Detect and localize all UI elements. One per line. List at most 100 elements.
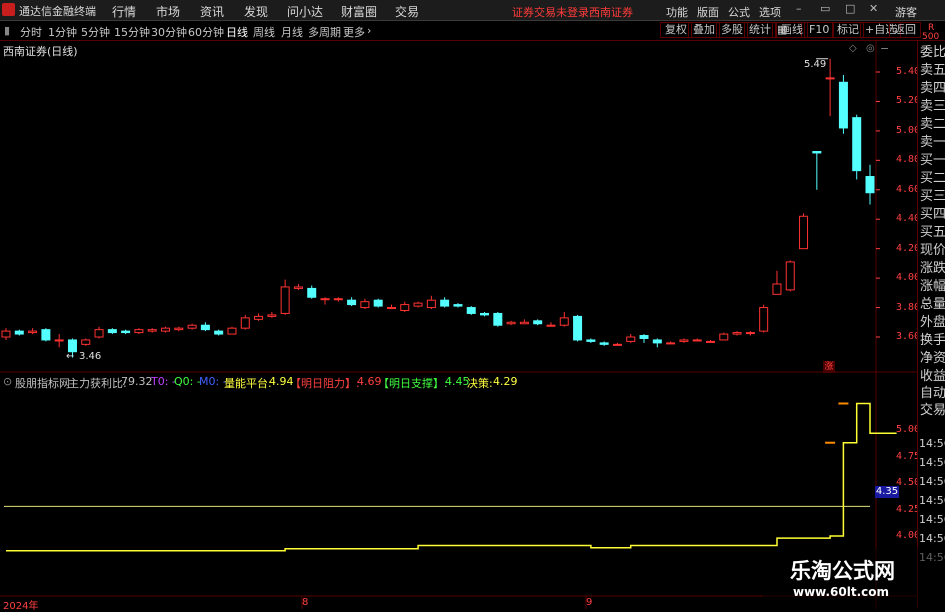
support-label: 【明日支撑】: bbox=[378, 377, 448, 390]
menu-hangqing[interactable]: 行情 bbox=[112, 3, 136, 20]
candle-body bbox=[161, 327, 171, 332]
indicator-collapse-icon[interactable]: ⊙ bbox=[3, 375, 12, 388]
candle-body bbox=[373, 299, 383, 307]
quote-field-label: 委比 bbox=[920, 45, 945, 60]
app-logo-icon bbox=[2, 3, 15, 16]
quote-field-label: 换手 bbox=[920, 333, 945, 348]
quote-field-label: 总量 bbox=[920, 297, 945, 312]
menu-gongshi[interactable]: 公式 bbox=[728, 4, 750, 20]
candle-body bbox=[559, 317, 569, 326]
restore-icon[interactable]: ▭ bbox=[820, 2, 830, 15]
candle-body bbox=[134, 329, 144, 334]
candle-body bbox=[799, 215, 809, 250]
toolbar-toggle-icon[interactable]: ▮ bbox=[4, 24, 10, 37]
stock-chart[interactable] bbox=[0, 41, 917, 609]
period-more[interactable]: 更多 bbox=[343, 24, 365, 40]
tool-fanhui[interactable]: 返回 bbox=[889, 22, 921, 38]
tick-time: 14:56 bbox=[919, 475, 945, 488]
menu-faxian[interactable]: 发现 bbox=[244, 3, 268, 20]
candle-body bbox=[240, 317, 250, 329]
menu-jiaoyi[interactable]: 交易 bbox=[395, 3, 419, 20]
candle-body bbox=[280, 286, 290, 314]
candle-body bbox=[307, 287, 317, 298]
candle-body bbox=[705, 340, 715, 343]
menu-zixun[interactable]: 资讯 bbox=[200, 3, 224, 20]
indicator-line bbox=[6, 402, 897, 552]
profit-ratio-label: 主力获利比: bbox=[68, 377, 127, 390]
candle-body bbox=[293, 286, 303, 289]
menu-shichang[interactable]: 市场 bbox=[156, 3, 180, 20]
candle-body bbox=[493, 312, 503, 326]
period-60min[interactable]: 60分钟 bbox=[188, 24, 224, 40]
decision-label: 决策: bbox=[467, 377, 493, 390]
candle-body bbox=[573, 315, 583, 341]
chevron-right-icon[interactable]: › bbox=[367, 24, 371, 37]
watermark-url: www.60lt.com bbox=[793, 585, 890, 599]
candle-body bbox=[360, 301, 370, 309]
close-icon[interactable]: ✕ bbox=[869, 2, 878, 15]
quote-field-label: 卖五 bbox=[920, 63, 945, 78]
minimize-icon[interactable]: – bbox=[796, 2, 802, 15]
menu-gongneng[interactable]: 功能 bbox=[666, 4, 688, 20]
login-status-link[interactable]: 证券交易未登录 bbox=[512, 4, 589, 20]
period-15min[interactable]: 15分钟 bbox=[114, 24, 150, 40]
candle-body bbox=[732, 332, 742, 335]
candle-body bbox=[692, 339, 702, 342]
menu-xuanxiang[interactable]: 选项 bbox=[759, 4, 781, 20]
quote-field-label: 买五 bbox=[920, 225, 945, 240]
period-multi[interactable]: 多周期 bbox=[308, 24, 341, 40]
maximize-icon[interactable]: □ bbox=[845, 2, 855, 15]
indicator-name: 股朋指标网 bbox=[15, 377, 70, 390]
candle-body bbox=[147, 329, 157, 332]
quote-field-label: 卖一 bbox=[920, 135, 945, 150]
low-price-arrow: ← bbox=[66, 351, 75, 362]
candle-body bbox=[187, 324, 197, 329]
quote-field-label: 现价 bbox=[920, 243, 945, 258]
period-weekly[interactable]: 周线 bbox=[253, 24, 275, 40]
candle-body bbox=[466, 307, 476, 314]
period-30min[interactable]: 30分钟 bbox=[151, 24, 187, 40]
candle-body bbox=[426, 299, 436, 309]
quote-field-label: 涨幅 bbox=[920, 279, 945, 294]
period-daily[interactable]: 日线 bbox=[226, 24, 248, 40]
time-axis-sep: 9 bbox=[586, 597, 593, 608]
candle-body bbox=[506, 321, 516, 325]
candle-body bbox=[652, 339, 662, 344]
quote-field-label: 买四 bbox=[920, 207, 945, 222]
period-fenshi[interactable]: 分时 bbox=[20, 24, 42, 40]
period-monthly[interactable]: 月线 bbox=[281, 24, 303, 40]
time-axis-year: 2024年 bbox=[3, 601, 39, 612]
support-value: 4.45 bbox=[445, 375, 470, 388]
menu-banmian[interactable]: 版面 bbox=[697, 4, 719, 20]
m0-value: M0: - bbox=[199, 375, 227, 388]
guest-label[interactable]: 游客 bbox=[895, 4, 917, 20]
tool-f10[interactable]: F10 bbox=[804, 22, 835, 38]
candle-body bbox=[546, 324, 556, 327]
candle-body bbox=[440, 299, 450, 307]
candle-body bbox=[320, 298, 330, 301]
quote-field-label: 涨跌 bbox=[920, 261, 945, 276]
candle-body bbox=[333, 298, 343, 301]
menu-wenxiaoda[interactable]: 问小达 bbox=[287, 3, 323, 20]
decision-value: 4.29 bbox=[493, 375, 518, 388]
candle-body bbox=[533, 320, 543, 325]
panel-trade-label[interactable]: 交易 bbox=[920, 403, 945, 418]
tick-time: 14:56 bbox=[919, 532, 945, 545]
candle-body bbox=[745, 332, 755, 335]
indicator-current-value: 4.35 bbox=[875, 486, 899, 498]
candle-body bbox=[107, 329, 117, 334]
menu-caifuquan[interactable]: 财富圈 bbox=[341, 3, 377, 20]
quote-field-label: 卖二 bbox=[920, 117, 945, 132]
panel-auto-label[interactable]: 自动 bbox=[920, 386, 945, 401]
period-5min[interactable]: 5分钟 bbox=[81, 24, 110, 40]
period-1min[interactable]: 1分钟 bbox=[48, 24, 77, 40]
limit-up-badge: 涨 bbox=[823, 361, 835, 373]
chart-frame bbox=[0, 41, 917, 609]
candle-body bbox=[347, 299, 357, 306]
period-toolbar: ▮ 分时 1分钟 5分钟 15分钟 30分钟 60分钟 日线 周线 月线 多周期… bbox=[0, 21, 945, 41]
candle-body bbox=[227, 327, 237, 335]
broker-name-link[interactable]: 西南证券 bbox=[589, 4, 633, 20]
candle-body bbox=[838, 81, 848, 129]
resistance-label: 【明日阻力】: bbox=[290, 377, 360, 390]
candle-body bbox=[14, 330, 24, 335]
